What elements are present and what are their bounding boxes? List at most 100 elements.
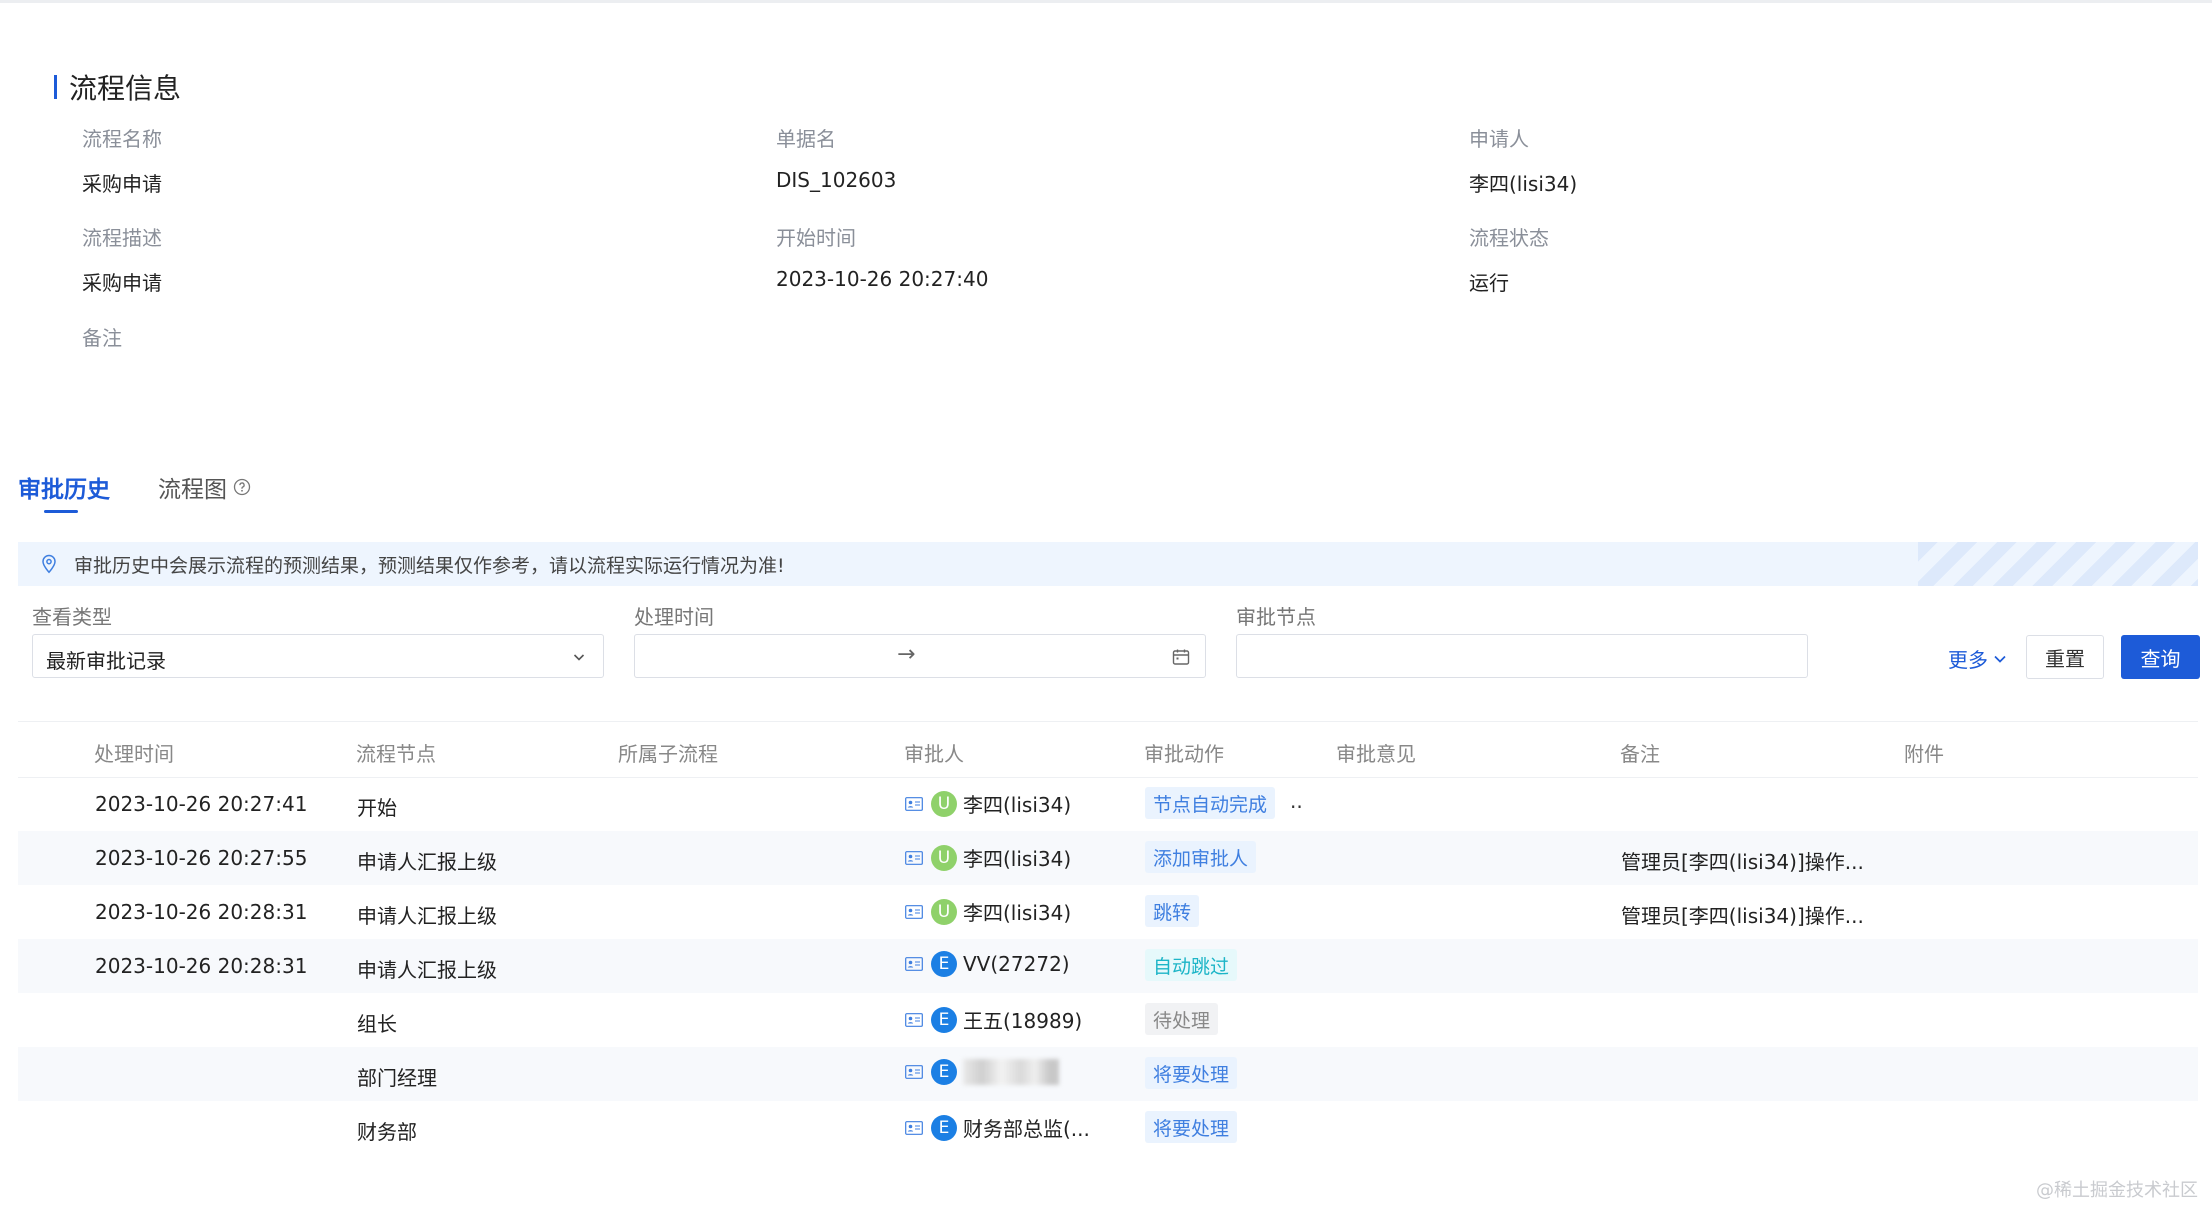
cell-node: 申请人汇报上级 xyxy=(357,850,497,874)
cell-approver[interactable]: E VV(27272) xyxy=(905,951,1070,977)
table-header: 处理时间 流程节点 所属子流程 审批人 审批动作 审批意见 备注 附件 xyxy=(18,721,2198,778)
table-row: 组长 E 王五(18989) 待处理 xyxy=(18,993,2198,1047)
cell-node: 财务部 xyxy=(357,1120,417,1144)
tab-flow-chart[interactable]: 流程图 xyxy=(158,470,251,504)
query-button[interactable]: 查询 xyxy=(2121,635,2200,679)
cell-approver[interactable]: E 财务部总监(... xyxy=(905,1113,1090,1142)
calendar-icon[interactable] xyxy=(1171,647,1191,667)
contact-card-icon xyxy=(905,850,923,865)
column-header: 审批动作 xyxy=(1144,742,1224,766)
column-header: 审批人 xyxy=(904,742,964,766)
section-title: 流程信息 xyxy=(54,70,182,105)
cell-approver[interactable]: U 李四(lisi34) xyxy=(905,897,1071,926)
column-header: 附件 xyxy=(1904,742,1944,766)
approver-name: 李四(lisi34) xyxy=(963,847,1072,871)
approver-name: VV(27272) xyxy=(963,952,1070,976)
avatar: U xyxy=(931,898,957,925)
notice-decoration xyxy=(1918,542,2198,586)
label-applicant: 申请人 xyxy=(1469,127,1529,151)
contact-card-icon xyxy=(905,1065,923,1079)
cell-time: 2023-10-26 20:28:31 xyxy=(95,900,308,924)
cell-note[interactable]: 管理员[李四(lisi34)]操作... xyxy=(1621,900,1864,929)
value-start-time: 2023-10-26 20:27:40 xyxy=(776,267,989,291)
label-doc-name: 单据名 xyxy=(776,127,836,151)
cell-node: 申请人汇报上级 xyxy=(357,904,497,928)
action-tag: 添加审批人 xyxy=(1145,841,1257,873)
action-tag: 节点自动完成 xyxy=(1145,787,1276,819)
avatar: E xyxy=(931,1059,957,1085)
column-header: 所属子流程 xyxy=(618,742,718,766)
approver-name: 财务部总监(... xyxy=(963,1117,1090,1141)
contact-card-icon xyxy=(905,796,923,811)
approver-name: 李四(lisi34) xyxy=(963,901,1072,925)
label-remark: 备注 xyxy=(82,326,122,350)
avatar: U xyxy=(931,790,957,817)
cell-time: 2023-10-26 20:27:55 xyxy=(95,846,308,870)
column-header: 流程节点 xyxy=(356,742,436,766)
approver-name: 王五(18989) xyxy=(963,1009,1083,1033)
cell-approver[interactable]: U 李四(lisi34) xyxy=(905,843,1071,872)
filter-node-label: 审批节点 xyxy=(1236,605,1316,629)
approval-node-input[interactable] xyxy=(1236,634,1808,678)
cell-opinion[interactable]: .. xyxy=(1290,789,1303,813)
contact-card-icon xyxy=(905,1012,923,1027)
table-row: 部门经理 E 将要处理 xyxy=(18,1047,2198,1101)
avatar: E xyxy=(931,951,957,977)
table-row: 2023-10-26 20:28:31 申请人汇报上级 U 李四(lisi34)… xyxy=(18,885,2198,939)
tab-approval-history[interactable]: 审批历史 xyxy=(18,470,110,504)
cell-node: 部门经理 xyxy=(357,1066,437,1090)
column-header: 审批意见 xyxy=(1336,742,1416,766)
more-filters-link[interactable]: 更多 xyxy=(1948,644,2008,673)
cell-time: 2023-10-26 20:28:31 xyxy=(95,954,308,978)
value-process-name: 采购申请 xyxy=(82,172,162,196)
contact-card-icon xyxy=(905,957,923,971)
cell-node: 开始 xyxy=(357,796,397,820)
cell-approver[interactable]: E 王五(18989) xyxy=(905,1005,1082,1034)
table-row: 财务部 E 财务部总监(... 将要处理 xyxy=(18,1101,2198,1155)
title-accent-bar xyxy=(54,75,57,99)
active-tab-indicator xyxy=(44,510,78,513)
notice-text: 审批历史中会展示流程的预测结果，预测结果仅作参考，请以流程实际运行情况为准! xyxy=(74,554,785,577)
more-filters-label: 更多 xyxy=(1948,648,1988,672)
help-icon[interactable] xyxy=(233,478,251,496)
filter-process-time-label: 处理时间 xyxy=(634,605,714,629)
reset-button[interactable]: 重置 xyxy=(2026,635,2104,679)
action-tag: 自动跳过 xyxy=(1145,949,1238,981)
top-divider xyxy=(0,0,2212,3)
location-pin-icon xyxy=(42,554,56,574)
avatar: E xyxy=(931,1114,957,1141)
avatar: E xyxy=(931,1006,957,1033)
table-row: 2023-10-26 20:27:55 申请人汇报上级 U 李四(lisi34)… xyxy=(18,831,2198,885)
redacted-approver-name xyxy=(963,1059,1059,1085)
value-doc-name: DIS_102603 xyxy=(776,168,897,192)
cell-approver[interactable]: U 李四(lisi34) xyxy=(905,789,1071,818)
filter-view-type-label: 查看类型 xyxy=(32,605,112,629)
process-time-range-picker[interactable]: → xyxy=(634,634,1206,678)
value-process-desc: 采购申请 xyxy=(82,271,162,295)
cell-note[interactable]: 管理员[李四(lisi34)]操作... xyxy=(1621,846,1864,875)
cell-approver[interactable]: E xyxy=(905,1059,1059,1085)
tab-flow-chart-label: 流程图 xyxy=(158,477,227,503)
table-row: 2023-10-26 20:27:41 开始 U 李四(lisi34) 节点自动… xyxy=(18,777,2198,831)
label-start-time: 开始时间 xyxy=(776,226,856,250)
chevron-down-icon xyxy=(1994,655,2006,663)
action-tag: 将要处理 xyxy=(1145,1057,1238,1089)
label-process-status: 流程状态 xyxy=(1469,226,1549,250)
label-process-name: 流程名称 xyxy=(82,127,162,151)
column-header: 备注 xyxy=(1620,742,1660,766)
cell-time: 2023-10-26 20:27:41 xyxy=(95,792,308,816)
cell-node: 组长 xyxy=(357,1012,397,1036)
contact-card-icon xyxy=(905,904,923,919)
table-row: 2023-10-26 20:28:31 申请人汇报上级 E VV(27272) … xyxy=(18,939,2198,993)
value-applicant: 李四(lisi34) xyxy=(1469,172,1578,196)
contact-card-icon xyxy=(905,1120,923,1135)
view-type-select[interactable]: 最新审批记录 xyxy=(32,634,604,678)
tab-approval-history-label: 审批历史 xyxy=(18,477,110,503)
section-title-text: 流程信息 xyxy=(69,72,182,105)
value-process-status: 运行 xyxy=(1469,271,1509,295)
notice-banner: 审批历史中会展示流程的预测结果，预测结果仅作参考，请以流程实际运行情况为准! xyxy=(18,542,2198,586)
cell-node: 申请人汇报上级 xyxy=(357,958,497,982)
column-header: 处理时间 xyxy=(94,742,174,766)
action-tag: 待处理 xyxy=(1145,1003,1219,1035)
action-tag: 跳转 xyxy=(1145,895,1200,927)
